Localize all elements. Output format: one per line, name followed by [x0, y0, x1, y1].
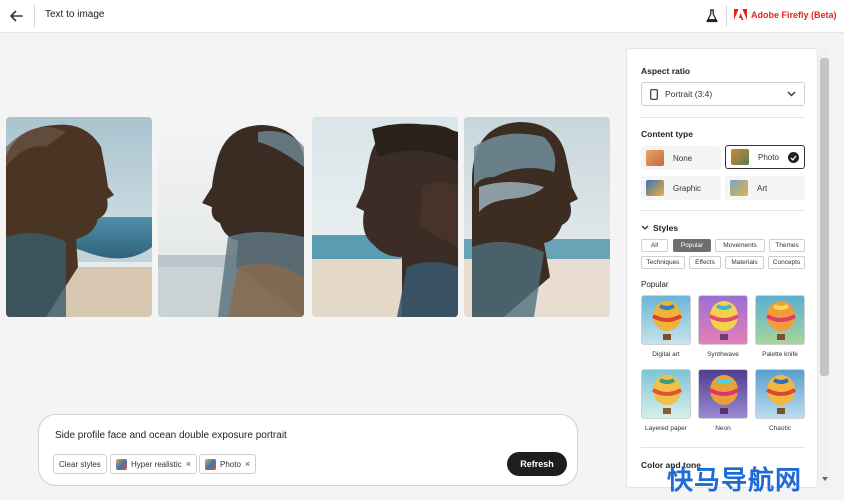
generated-image-3[interactable]: [312, 117, 458, 317]
hot-air-balloon-icon: [652, 301, 682, 340]
generated-image-1[interactable]: [6, 117, 152, 317]
prompt-input[interactable]: Side profile face and ocean double expos…: [55, 430, 287, 441]
style-label: Synthwave: [707, 351, 739, 358]
hot-air-balloon-icon: [709, 375, 739, 414]
style-chip-photo[interactable]: Photo ×: [199, 454, 257, 474]
hot-air-balloon-icon: [766, 301, 796, 340]
styles-label: Styles: [653, 223, 679, 233]
tab-concepts[interactable]: Concepts: [768, 256, 805, 269]
style-label: Palette knife: [762, 351, 798, 358]
brand-name: Adobe Firefly (Beta): [751, 10, 837, 20]
top-bar: Text to image Adobe Firefly (Beta): [0, 0, 844, 33]
divider: [641, 447, 805, 448]
aspect-ratio-value: Portrait (3:4): [665, 89, 713, 99]
chip-label: Photo: [220, 459, 241, 469]
popular-group-label: Popular: [641, 280, 669, 289]
generated-image-4[interactable]: [464, 117, 610, 317]
page-title: Text to image: [45, 9, 105, 20]
image-render: [312, 117, 458, 317]
chip-thumbnail: [205, 458, 216, 470]
close-icon[interactable]: ×: [186, 459, 191, 469]
portrait-icon: [650, 88, 658, 100]
back-button[interactable]: [6, 6, 26, 26]
content-thumb: [730, 180, 748, 196]
chevron-down-icon: [787, 91, 796, 97]
content-thumb: [646, 180, 664, 196]
style-tile-palette-knife[interactable]: [755, 295, 805, 345]
header-divider: [34, 5, 35, 27]
scroll-down-button[interactable]: [820, 474, 829, 483]
scrollbar-thumb[interactable]: [820, 58, 829, 376]
content-type-graphic[interactable]: Graphic: [641, 176, 721, 200]
content-thumb: [731, 149, 749, 165]
divider: [641, 210, 805, 211]
caret-down-icon: [821, 476, 828, 481]
arrow-left-icon: [10, 10, 23, 22]
content-type-label-none: None: [673, 153, 693, 163]
clear-styles-label: Clear styles: [59, 459, 101, 469]
settings-panel: Aspect ratio Portrait (3:4) Content type…: [626, 48, 818, 488]
content-type-photo[interactable]: Photo: [725, 145, 805, 169]
style-label: Digital art: [652, 351, 680, 358]
style-tile-chaotic[interactable]: [755, 369, 805, 419]
style-label: Chaotic: [768, 425, 792, 432]
chevron-down-icon: [641, 225, 649, 230]
hot-air-balloon-icon: [709, 301, 739, 340]
hot-air-balloon-icon: [766, 375, 796, 414]
style-label: Neon: [715, 425, 731, 432]
content-type-label-graphic: Graphic: [673, 183, 702, 193]
content-type-label-photo: Photo: [758, 152, 779, 162]
chip-thumbnail: [116, 458, 127, 470]
tab-popular[interactable]: Popular: [673, 239, 711, 252]
tab-materials[interactable]: Materials: [725, 256, 764, 269]
tab-all[interactable]: All: [641, 239, 668, 252]
prompt-box: Side profile face and ocean double expos…: [38, 414, 578, 486]
tab-techniques[interactable]: Techniques: [641, 256, 685, 269]
aspect-ratio-select[interactable]: Portrait (3:4): [641, 82, 805, 106]
styles-toggle[interactable]: Styles: [641, 223, 678, 233]
labs-button[interactable]: [705, 8, 719, 24]
hot-air-balloon-icon: [652, 375, 682, 414]
content-type-art[interactable]: Art: [725, 176, 805, 200]
image-render: [464, 117, 610, 317]
style-chip-hyper-realistic[interactable]: Hyper realistic ×: [110, 454, 197, 474]
content-type-label-art: Art: [757, 183, 768, 193]
watermark: 快马导航网: [667, 466, 803, 496]
refresh-button[interactable]: Refresh: [507, 452, 567, 476]
image-render: [6, 117, 152, 317]
style-tile-neon[interactable]: [698, 369, 748, 419]
content-thumb: [646, 150, 664, 166]
brand[interactable]: Adobe Firefly (Beta): [734, 8, 837, 22]
tab-themes[interactable]: Themes: [769, 239, 805, 252]
style-tile-layered-paper[interactable]: [641, 369, 691, 419]
divider: [641, 117, 805, 118]
style-label: Layered paper: [645, 425, 687, 432]
tab-movements[interactable]: Movements: [715, 239, 765, 252]
aspect-ratio-label: Aspect ratio: [641, 66, 691, 76]
flask-icon: [706, 9, 718, 23]
header-divider: [726, 5, 727, 27]
tab-effects[interactable]: Effects: [689, 256, 721, 269]
style-tile-digital-art[interactable]: [641, 295, 691, 345]
chip-label: Hyper realistic: [131, 459, 182, 469]
checkmark-icon: [788, 152, 799, 163]
style-tile-synthwave[interactable]: [698, 295, 748, 345]
clear-styles-button[interactable]: Clear styles: [53, 454, 107, 474]
content-type-label: Content type: [641, 129, 693, 139]
image-render: [158, 117, 304, 317]
generated-image-2[interactable]: [158, 117, 304, 317]
close-icon[interactable]: ×: [245, 459, 250, 469]
adobe-logo-icon: [734, 9, 747, 20]
content-type-none[interactable]: None: [641, 146, 721, 170]
